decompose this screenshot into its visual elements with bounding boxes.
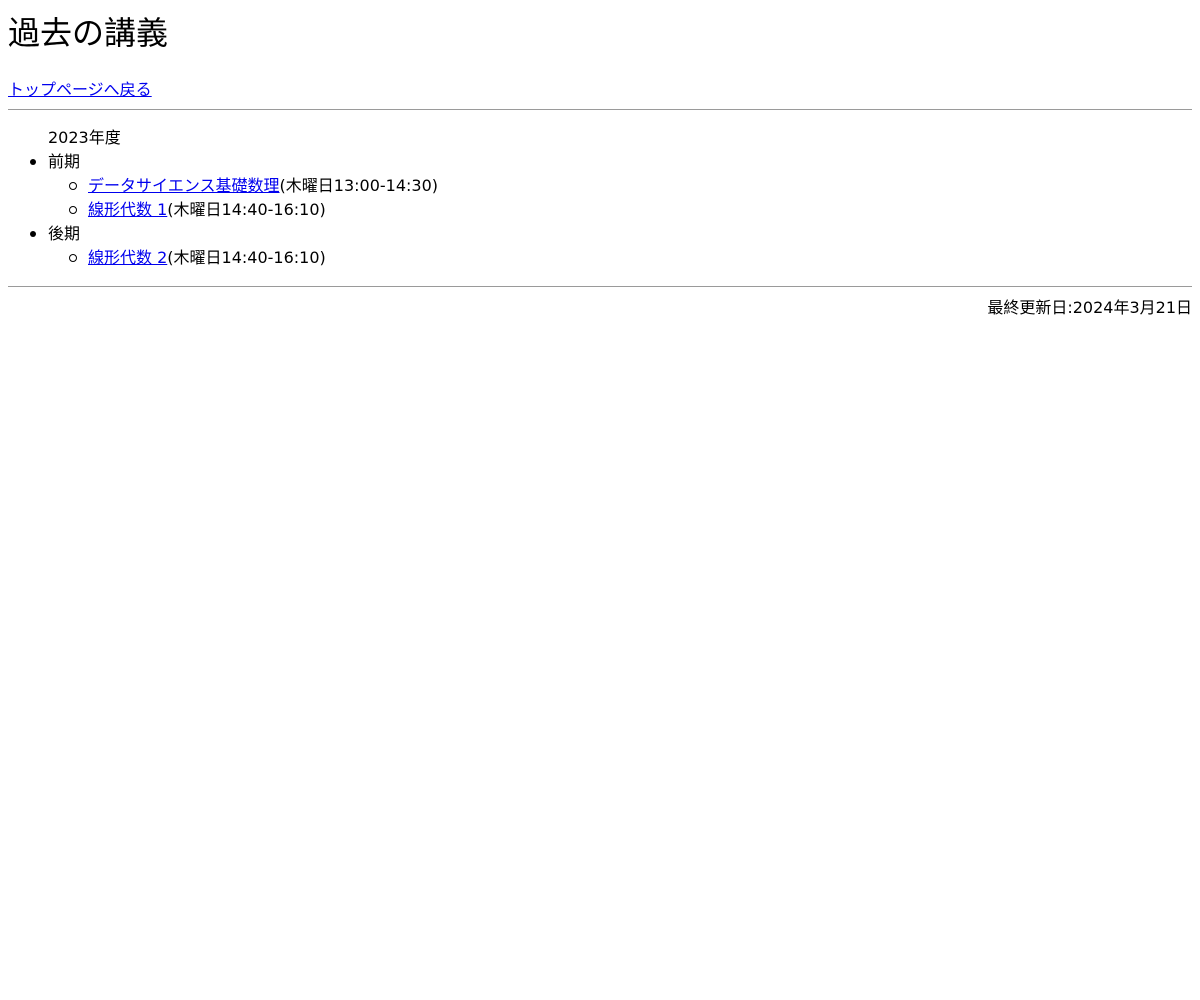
term-label: 前期 (48, 152, 81, 171)
term-list: 前期 データサイエンス基礎数理(木曜日13:00-14:30) 線形代数 1(木… (8, 150, 1192, 270)
course-link[interactable]: データサイエンス基礎数理 (88, 176, 280, 195)
disc-bullet (30, 159, 36, 165)
year-label: 2023年度 (48, 128, 121, 147)
list-item: 線形代数 2(木曜日14:40-16:10) (8, 246, 1192, 270)
course-time: (木曜日14:40-16:10) (167, 248, 326, 267)
page-title: 過去の講義 (8, 14, 169, 52)
lecture-list: 2023年度 前期 データサイエンス基礎数理(木曜日13:00-14:30) 線… (8, 110, 1192, 270)
course-time: (木曜日13:00-14:30) (279, 176, 439, 195)
circle-bullet (69, 206, 77, 214)
circle-bullet (69, 254, 77, 262)
term-label: 後期 (48, 224, 81, 243)
page: 過去の講義 トップページへ戻る 2023年度 前期 データサイエンス基礎数理(木… (0, 0, 1200, 320)
back-to-top-link[interactable]: トップページへ戻る (8, 80, 152, 99)
term-item-second: 後期 線形代数 2(木曜日14:40-16:10) (8, 222, 1192, 270)
back-link-row: トップページへ戻る (8, 78, 1192, 102)
disc-bullet (30, 231, 36, 237)
list-item: データサイエンス基礎数理(木曜日13:00-14:30) (8, 174, 1192, 198)
circle-bullet (69, 182, 77, 190)
term-item-first: 前期 データサイエンス基礎数理(木曜日13:00-14:30) 線形代数 1(木… (8, 150, 1192, 222)
course-time: (木曜日14:40-16:10) (167, 200, 326, 219)
course-list: 線形代数 2(木曜日14:40-16:10) (48, 246, 1192, 270)
list-item: 線形代数 1(木曜日14:40-16:10) (8, 198, 1192, 222)
bottom-divider (8, 286, 1192, 287)
last-updated: 最終更新日:2024年3月21日 (987, 298, 1192, 317)
course-link[interactable]: 線形代数 1 (88, 200, 167, 219)
course-list: データサイエンス基礎数理(木曜日13:00-14:30) 線形代数 1(木曜日1… (48, 174, 1192, 222)
course-link[interactable]: 線形代数 2 (88, 248, 167, 267)
